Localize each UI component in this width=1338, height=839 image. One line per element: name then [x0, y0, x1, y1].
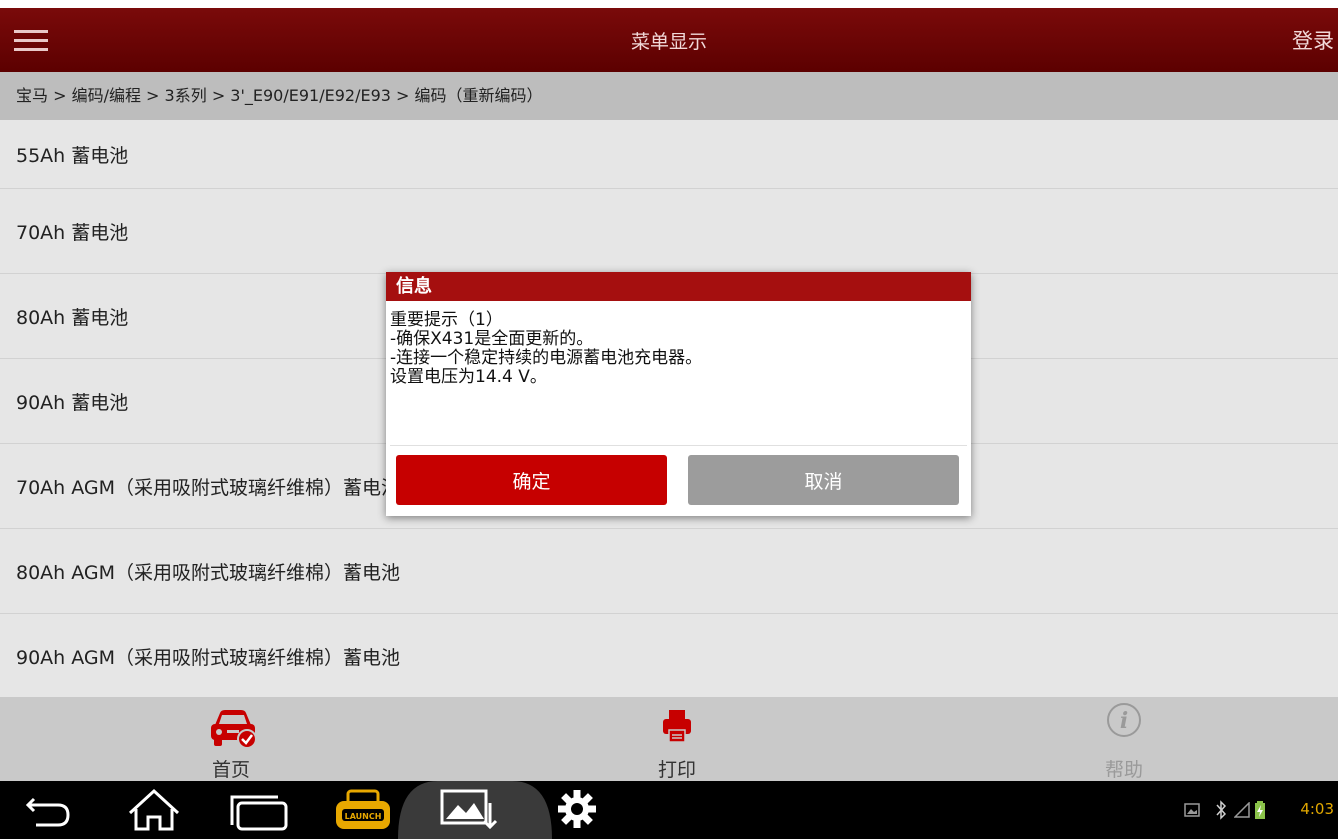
recent-apps-icon[interactable] — [226, 787, 294, 833]
dialog-line: -确保X431是全面更新的。 — [390, 329, 594, 349]
confirm-button[interactable]: 确定 — [396, 455, 667, 505]
image-notification-icon — [1184, 803, 1200, 817]
home-icon[interactable] — [124, 787, 184, 833]
dialog-message: 重要提示（1） -确保X431是全面更新的。 -连接一个稳定持续的电源蓄电池充电… — [386, 301, 971, 445]
screenshot-icon[interactable] — [398, 781, 552, 839]
svg-text:LAUNCH: LAUNCH — [345, 812, 382, 821]
dialog-divider — [390, 445, 967, 446]
android-system-bar: LAUNCH 4:03 — [0, 781, 1338, 839]
launch-app-icon[interactable]: LAUNCH — [328, 787, 398, 833]
status-clock: 4:03 — [1300, 800, 1334, 818]
info-dialog: 信息 重要提示（1） -确保X431是全面更新的。 -连接一个稳定持续的电源蓄电… — [386, 272, 971, 516]
dialog-line: -连接一个稳定持续的电源蓄电池充电器。 — [390, 348, 703, 368]
dialog-line: 设置电压为14.4 V。 — [390, 367, 547, 387]
modal-overlay: 信息 重要提示（1） -确保X431是全面更新的。 -连接一个稳定持续的电源蓄电… — [0, 0, 1338, 781]
cancel-button[interactable]: 取消 — [688, 455, 959, 505]
settings-icon[interactable] — [552, 787, 602, 833]
back-icon[interactable] — [20, 787, 76, 833]
battery-charging-icon — [1255, 801, 1265, 819]
dialog-line: 重要提示（1） — [390, 310, 503, 330]
bluetooth-icon — [1216, 800, 1227, 820]
dialog-title: 信息 — [386, 272, 971, 301]
signal-icon — [1234, 802, 1250, 818]
